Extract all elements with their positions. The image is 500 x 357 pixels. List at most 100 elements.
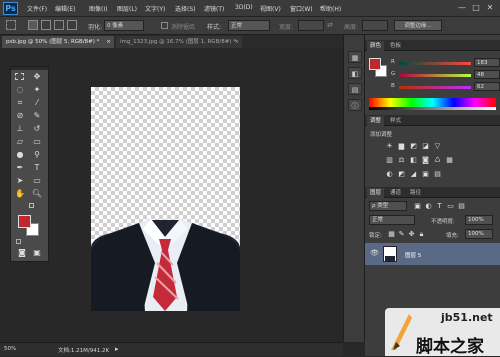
- lock-position-icon[interactable]: ✥: [407, 230, 416, 238]
- tab-swatches[interactable]: 色板: [387, 41, 404, 51]
- tab-paths[interactable]: 路径: [407, 188, 424, 198]
- refine-edge-button[interactable]: 调整边缘...: [394, 20, 442, 31]
- fill-input[interactable]: 100%: [465, 229, 493, 239]
- menu-filter[interactable]: 滤镜(T): [204, 4, 224, 13]
- default-colors-icon[interactable]: [16, 239, 21, 244]
- menu-type[interactable]: 文字(Y): [145, 4, 165, 13]
- blue-slider[interactable]: [399, 86, 471, 89]
- actions-panel-icon[interactable]: ▤: [348, 83, 362, 95]
- selective-color-icon[interactable]: ▣: [421, 170, 430, 178]
- lasso-tool-icon[interactable]: ◌: [14, 84, 26, 95]
- document-canvas[interactable]: [91, 87, 240, 311]
- crop-tool-icon[interactable]: ⌗: [14, 97, 26, 108]
- path-selection-tool-icon[interactable]: ➤: [14, 175, 26, 186]
- layer-visibility-eye-icon[interactable]: 👁︎: [370, 249, 379, 257]
- green-slider[interactable]: [399, 74, 471, 77]
- exposure-icon[interactable]: ◪: [421, 142, 430, 150]
- type-tool-icon[interactable]: T: [31, 162, 43, 173]
- foreground-color-swatch[interactable]: [18, 215, 31, 228]
- posterize-icon[interactable]: ◩: [397, 170, 406, 178]
- menu-3d[interactable]: 3D(D): [235, 4, 253, 11]
- color-balance-icon[interactable]: ⚖: [397, 156, 406, 164]
- filter-adjustment-icon[interactable]: ◐: [424, 202, 433, 210]
- properties-panel-icon[interactable]: ◧: [348, 67, 362, 79]
- menu-view[interactable]: 视图(V): [260, 4, 281, 13]
- blur-tool-icon[interactable]: ●: [14, 149, 26, 160]
- new-selection-icon[interactable]: [28, 20, 38, 30]
- style-select[interactable]: 正常: [228, 20, 270, 31]
- intersect-selection-icon[interactable]: [67, 20, 77, 30]
- menu-edit[interactable]: 编辑(E): [55, 4, 75, 13]
- invert-icon[interactable]: ◐: [385, 170, 394, 178]
- black-white-icon[interactable]: ◧: [409, 156, 418, 164]
- history-brush-tool-icon[interactable]: ↺: [31, 123, 43, 134]
- gradient-map-icon[interactable]: ▤: [433, 170, 442, 178]
- menu-image[interactable]: 图像(I): [89, 4, 107, 13]
- layer-kind-filter[interactable]: ρ 类型: [369, 201, 407, 211]
- filter-type-icon[interactable]: T: [435, 202, 444, 210]
- filter-smart-object-icon[interactable]: ▤: [457, 202, 466, 210]
- layer-name[interactable]: 图层 5: [405, 251, 421, 259]
- green-value-input[interactable]: 48: [474, 70, 500, 79]
- tab-channels[interactable]: 通道: [387, 188, 404, 198]
- tab-close-icon[interactable]: ×: [106, 36, 111, 48]
- clone-stamp-tool-icon[interactable]: ⊥: [14, 123, 26, 134]
- maximize-button[interactable]: □: [471, 3, 481, 13]
- menu-window[interactable]: 窗口(W): [290, 4, 313, 13]
- hand-tool-icon[interactable]: ✋: [14, 188, 26, 199]
- move-tool-icon[interactable]: ✥: [31, 71, 43, 82]
- lock-all-icon[interactable]: 🔒︎: [417, 230, 426, 238]
- curves-icon[interactable]: ◩: [409, 142, 418, 150]
- hue-saturation-icon[interactable]: ▥: [385, 156, 394, 164]
- color-lookup-icon[interactable]: ▦: [445, 156, 454, 164]
- quick-mask-icon[interactable]: ◙: [16, 247, 28, 258]
- antialias-checkbox[interactable]: [161, 22, 168, 29]
- screen-mode-icon[interactable]: ▣: [31, 247, 43, 258]
- info-panel-icon[interactable]: ⓘ: [348, 99, 362, 111]
- swap-icon[interactable]: ⇄: [327, 21, 333, 29]
- eraser-tool-icon[interactable]: ▱: [14, 136, 26, 147]
- subtract-selection-icon[interactable]: [54, 20, 64, 30]
- pen-tool-icon[interactable]: ✒: [14, 162, 26, 173]
- shape-tool-icon[interactable]: ▭: [31, 175, 43, 186]
- minimize-button[interactable]: —: [457, 3, 467, 13]
- filter-pixel-icon[interactable]: ▣: [413, 202, 422, 210]
- height-input[interactable]: [362, 20, 388, 31]
- width-input[interactable]: [298, 20, 324, 31]
- color-spectrum-ramp[interactable]: [369, 98, 496, 107]
- eyedropper-tool-icon[interactable]: ⁄: [31, 97, 43, 108]
- channel-mixer-icon[interactable]: ♺: [433, 156, 442, 164]
- tab-color[interactable]: 颜色: [367, 41, 385, 51]
- layer-row-selected[interactable]: 👁︎ 图层 5: [365, 243, 500, 265]
- tab-close-icon[interactable]: ×: [234, 36, 239, 48]
- history-panel-icon[interactable]: ▦: [348, 51, 362, 63]
- photo-filter-icon[interactable]: ◙: [421, 156, 430, 164]
- filter-shape-icon[interactable]: ▭: [446, 202, 455, 210]
- tab-styles[interactable]: 样式: [387, 116, 404, 126]
- gradient-tool-icon[interactable]: ▭: [31, 136, 43, 147]
- add-selection-icon[interactable]: [41, 20, 51, 30]
- grayscale-ramp[interactable]: [369, 107, 496, 110]
- toolbox-grip[interactable]: [11, 67, 48, 70]
- menu-help[interactable]: 帮助(H): [320, 4, 341, 13]
- red-slider[interactable]: [399, 62, 471, 65]
- magic-wand-tool-icon[interactable]: ✦: [31, 84, 43, 95]
- brightness-contrast-icon[interactable]: ☀: [385, 142, 394, 150]
- tab-layers[interactable]: 图层: [367, 188, 385, 198]
- close-window-button[interactable]: ✕: [485, 3, 495, 13]
- opacity-input[interactable]: 100%: [465, 215, 493, 225]
- menu-layer[interactable]: 图层(L): [117, 4, 137, 13]
- menu-file[interactable]: 文件(F): [27, 4, 47, 13]
- blend-mode-select[interactable]: 正常: [369, 215, 415, 225]
- threshold-icon[interactable]: ◢: [409, 170, 418, 178]
- levels-icon[interactable]: ▆: [397, 142, 406, 150]
- brush-tool-icon[interactable]: ✎: [31, 110, 43, 121]
- lock-transparency-icon[interactable]: ▦: [387, 230, 396, 238]
- feather-input[interactable]: 0 像素: [104, 20, 144, 31]
- swap-colors-icon[interactable]: [29, 203, 34, 208]
- dodge-tool-icon[interactable]: ⚲: [31, 149, 43, 160]
- tab-adjustments[interactable]: 调整: [367, 116, 385, 126]
- healing-brush-tool-icon[interactable]: ⊘: [14, 110, 26, 121]
- zoom-tool-icon[interactable]: 🔍︎: [31, 188, 43, 199]
- zoom-level[interactable]: 50%: [4, 346, 16, 352]
